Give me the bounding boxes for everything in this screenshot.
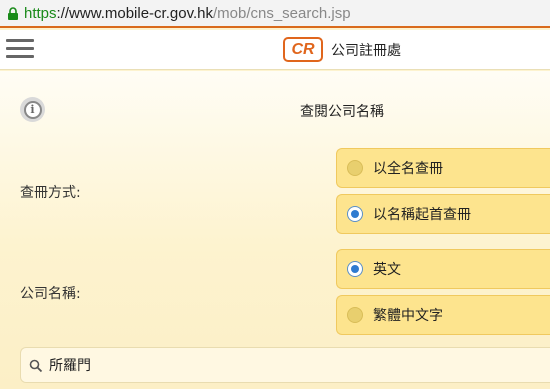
page-title: 查閱公司名稱 bbox=[300, 104, 384, 120]
cr-logo: CR bbox=[283, 37, 323, 62]
option-name-prefix[interactable]: 以名稱起首查冊 bbox=[336, 194, 550, 234]
lock-icon bbox=[6, 6, 20, 20]
radio-full-name[interactable] bbox=[347, 160, 363, 176]
url-scheme: https bbox=[24, 4, 57, 22]
company-name-label: 公司名稱: bbox=[20, 286, 81, 302]
option-english[interactable]: 英文 bbox=[336, 249, 550, 289]
radio-name-prefix[interactable] bbox=[347, 206, 363, 222]
address-bar[interactable]: https://www.mobile-cr.gov.hk/mob/cns_sea… bbox=[0, 0, 550, 28]
search-icon bbox=[29, 358, 43, 373]
hamburger-icon[interactable] bbox=[6, 39, 34, 61]
url-path: /mob/cns_search.jsp bbox=[212, 4, 351, 22]
search-box[interactable] bbox=[20, 347, 550, 383]
option-traditional-chinese-label: 繁體中文字 bbox=[373, 308, 443, 324]
brand: CR 公司註冊處 bbox=[283, 37, 401, 62]
search-method-label: 查冊方式: bbox=[20, 185, 81, 201]
option-english-label: 英文 bbox=[373, 262, 401, 278]
app-header: CR 公司註冊處 bbox=[0, 30, 550, 70]
option-full-name-label: 以全名查冊 bbox=[373, 161, 443, 177]
option-name-prefix-label: 以名稱起首查冊 bbox=[373, 207, 471, 223]
option-full-name[interactable]: 以全名查冊 bbox=[336, 148, 550, 188]
radio-english[interactable] bbox=[347, 261, 363, 277]
info-icon[interactable]: i bbox=[20, 97, 45, 122]
url-text[interactable]: https://www.mobile-cr.gov.hk/mob/cns_sea… bbox=[24, 5, 351, 22]
brand-name: 公司註冊處 bbox=[331, 42, 401, 59]
search-input[interactable] bbox=[49, 357, 529, 373]
radio-traditional-chinese[interactable] bbox=[347, 307, 363, 323]
url-host: ://www.mobile-cr.gov.hk bbox=[56, 4, 213, 22]
option-traditional-chinese[interactable]: 繁體中文字 bbox=[336, 295, 550, 335]
